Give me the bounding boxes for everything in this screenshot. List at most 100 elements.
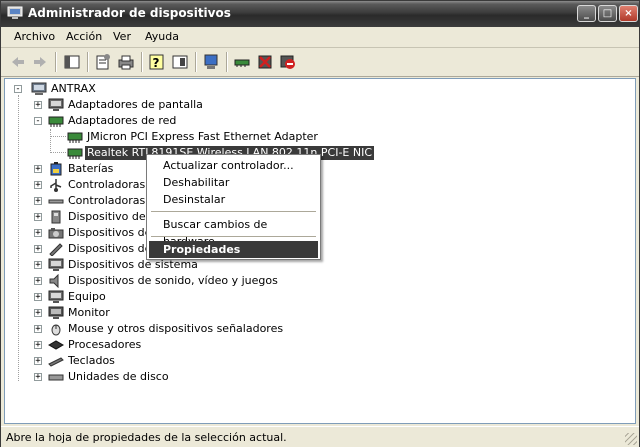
network-adapter-icon: [67, 132, 83, 143]
battery-icon: [50, 162, 62, 176]
context-update-driver[interactable]: Actualizar controlador...: [149, 157, 318, 174]
menu-accion[interactable]: Acción: [66, 30, 102, 43]
tree-item-label: Equipo: [68, 290, 106, 303]
tree-item-label: Dispositivos de: [68, 226, 152, 239]
imaging-device-icon: [48, 228, 64, 239]
tree-item[interactable]: + Teclados: [5, 353, 305, 369]
close-button[interactable]: ×: [619, 5, 638, 22]
mouse-icon: [51, 324, 61, 336]
disk-drive-icon: [48, 374, 64, 381]
tree-item[interactable]: + Mouse y otros dispositivos señaladores: [5, 321, 305, 337]
context-properties[interactable]: Propiedades: [149, 241, 318, 258]
tree-item-label: Monitor: [68, 306, 110, 319]
collapse-toggle[interactable]: -: [14, 85, 22, 94]
monitor-icon: [48, 306, 64, 319]
expand-toggle[interactable]: +: [34, 261, 42, 270]
help-icon[interactable]: ?: [148, 53, 166, 71]
device-manager-icon: [7, 6, 23, 19]
context-menu: Actualizar controlador... Deshabilitar D…: [146, 154, 321, 260]
status-text: Abre la hoja de propiedades de la selecc…: [6, 431, 287, 444]
tree-item-label: Unidades de disco: [68, 370, 169, 383]
device-manager-window: Administrador de dispositivos _ □ × Arch…: [0, 0, 640, 447]
tree-item[interactable]: + Dispositivos de sonido, vídeo y juegos: [5, 273, 305, 289]
keyboard-icon: [48, 357, 64, 367]
scan-hardware-icon[interactable]: [202, 53, 220, 71]
computer-icon: [48, 290, 64, 303]
context-separator: [151, 211, 316, 212]
tree-item-label: Dispositivos de sonido, vídeo y juegos: [68, 274, 278, 287]
expand-toggle[interactable]: +: [34, 309, 42, 318]
title-bar[interactable]: Administrador de dispositivos _ □ ×: [1, 1, 639, 27]
menu-archivo[interactable]: Archivo: [14, 30, 55, 43]
tree-root-label: ANTRAX: [51, 82, 96, 95]
tree-item-label: Adaptadores de red: [68, 114, 177, 127]
status-bar: Abre la hoja de propiedades de la selecc…: [1, 426, 639, 447]
computer-icon: [31, 82, 47, 95]
collapse-toggle[interactable]: -: [34, 117, 42, 126]
tree-item[interactable]: + Unidades de disco: [5, 369, 305, 385]
console-tree-icon[interactable]: [63, 53, 81, 71]
expand-toggle[interactable]: +: [34, 325, 42, 334]
toolbar: ?: [1, 48, 639, 77]
expand-toggle[interactable]: +: [34, 181, 42, 190]
context-scan-hardware[interactable]: Buscar cambios de hardware: [149, 216, 318, 248]
context-separator: [151, 236, 316, 237]
display-adapter-icon: [48, 98, 64, 111]
tree-item-label: Baterías: [68, 162, 114, 175]
ide-controller-icon: [48, 199, 64, 204]
svg-text:?: ?: [153, 56, 160, 70]
update-driver-icon[interactable]: [233, 53, 251, 71]
system-device-icon: [48, 258, 64, 271]
tree-item[interactable]: + Adaptadores de pantalla: [5, 97, 305, 113]
view-icon[interactable]: [171, 53, 189, 71]
resize-grip[interactable]: [625, 433, 637, 445]
menu-ayuda[interactable]: Ayuda: [145, 30, 179, 43]
tree-item-label: Mouse y otros dispositivos señaladores: [68, 322, 284, 335]
tree-item[interactable]: - Adaptadores de red: [5, 113, 305, 129]
network-adapter-icon: [67, 148, 83, 159]
tree-item-label: Dispositivos de sistema: [68, 258, 198, 271]
expand-toggle[interactable]: +: [34, 165, 42, 174]
expand-toggle[interactable]: +: [34, 213, 42, 222]
maximize-button[interactable]: □: [598, 5, 617, 22]
tree-item[interactable]: + Procesadores: [5, 337, 305, 353]
expand-toggle[interactable]: +: [34, 101, 42, 110]
tree-item-label: Adaptadores de pantalla: [68, 98, 203, 111]
uninstall-icon[interactable]: [256, 53, 274, 71]
tree-item[interactable]: + Equipo: [5, 289, 305, 305]
print-icon[interactable]: [117, 53, 135, 71]
disable-icon[interactable]: [279, 53, 297, 71]
tree-item-label: Dispositivos de: [68, 242, 152, 255]
minimize-button[interactable]: _: [577, 5, 596, 22]
expand-toggle[interactable]: +: [34, 341, 42, 350]
expand-toggle[interactable]: +: [34, 277, 42, 286]
expand-toggle[interactable]: +: [34, 293, 42, 302]
context-disable[interactable]: Deshabilitar: [149, 174, 318, 191]
tree-item-label: Procesadores: [68, 338, 142, 351]
menu-bar: Archivo Acción Ver Ayuda: [1, 27, 639, 48]
tree-item-label: Controladoras I: [68, 194, 152, 207]
sound-device-icon: [49, 274, 59, 288]
tree-item-label: JMicron PCI Express Fast Ethernet Adapte…: [87, 130, 318, 143]
expand-toggle[interactable]: +: [34, 245, 42, 254]
menu-ver[interactable]: Ver: [113, 30, 131, 43]
network-adapter-icon: [48, 116, 64, 127]
tree-item-label: Teclados: [68, 354, 115, 367]
tree-item-label: Controladoras d: [68, 178, 156, 191]
forward-icon[interactable]: [31, 53, 49, 71]
window-title: Administrador de dispositivos: [28, 6, 231, 20]
properties-icon[interactable]: [94, 53, 112, 71]
expand-toggle[interactable]: +: [34, 197, 42, 206]
memory-device-icon: [51, 210, 61, 224]
pointing-device-icon: [49, 243, 63, 256]
tree-root[interactable]: - ANTRAX: [5, 81, 205, 97]
tree-item[interactable]: JMicron PCI Express Fast Ethernet Adapte…: [5, 129, 405, 145]
expand-toggle[interactable]: +: [34, 357, 42, 366]
processor-icon: [48, 340, 64, 350]
back-icon[interactable]: [9, 53, 27, 71]
usb-controller-icon: [50, 179, 62, 192]
expand-toggle[interactable]: +: [34, 373, 42, 382]
tree-item[interactable]: + Monitor: [5, 305, 305, 321]
context-uninstall[interactable]: Desinstalar: [149, 191, 318, 208]
expand-toggle[interactable]: +: [34, 229, 42, 238]
